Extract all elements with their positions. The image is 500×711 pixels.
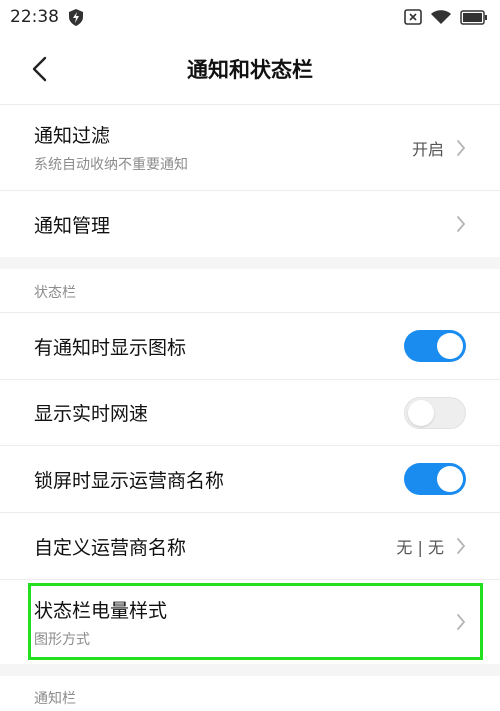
- battery-style-title: 状态栏电量样式: [34, 599, 168, 622]
- network-speed-row[interactable]: 显示实时网速: [0, 380, 500, 445]
- shield-bolt-icon: [69, 8, 83, 26]
- notification-filter-value: 开启: [411, 139, 444, 159]
- title-bar: 通知和状态栏: [0, 34, 500, 104]
- show-icons-row[interactable]: 有通知时显示图标: [0, 313, 500, 379]
- carrier-lockscreen-toggle[interactable]: [404, 463, 466, 495]
- notification-management-row[interactable]: 通知管理: [0, 191, 500, 257]
- carrier-lockscreen-title: 锁屏时显示运营商名称: [34, 469, 225, 492]
- battery-icon: [460, 9, 488, 25]
- page-title: 通知和状态栏: [187, 58, 313, 82]
- sim-x-icon: [404, 9, 422, 25]
- section-gap: [0, 664, 500, 676]
- section-header-notification-bar: 通知栏: [34, 691, 76, 707]
- network-speed-title: 显示实时网速: [34, 403, 149, 425]
- show-icons-toggle[interactable]: [404, 330, 466, 362]
- notification-management-title: 通知管理: [34, 214, 111, 237]
- toggle-knob: [408, 399, 434, 426]
- toggle-knob: [437, 466, 463, 492]
- chevron-right-icon: [456, 139, 466, 157]
- section-header-status-bar: 状态栏: [34, 285, 76, 301]
- battery-style-subtitle: 图形方式: [34, 631, 90, 648]
- chevron-right-icon: [456, 537, 466, 555]
- chevron-right-icon: [456, 215, 466, 233]
- battery-style-row[interactable]: 状态栏电量样式 图形方式: [0, 580, 500, 664]
- carrier-lockscreen-row[interactable]: 锁屏时显示运营商名称: [0, 446, 500, 512]
- notification-filter-row[interactable]: 通知过滤 系统自动收纳不重要通知 开启: [0, 105, 500, 190]
- custom-carrier-title: 自定义运营商名称: [34, 536, 187, 559]
- custom-carrier-row[interactable]: 自定义运营商名称 无 | 无: [0, 513, 500, 579]
- status-bar: 22:38: [0, 0, 500, 34]
- clock: 22:38: [10, 7, 59, 27]
- notification-filter-subtitle: 系统自动收纳不重要通知: [34, 157, 188, 173]
- custom-carrier-value: 无 | 无: [396, 538, 444, 557]
- show-icons-title: 有通知时显示图标: [34, 336, 187, 359]
- chevron-left-icon: [31, 56, 47, 82]
- network-speed-toggle[interactable]: [404, 396, 466, 429]
- section-gap: [0, 257, 500, 269]
- wifi-icon: [430, 9, 452, 25]
- toggle-knob: [437, 333, 463, 359]
- chevron-right-icon: [456, 613, 466, 631]
- back-button[interactable]: [24, 54, 54, 84]
- notification-filter-title: 通知过滤: [34, 125, 111, 147]
